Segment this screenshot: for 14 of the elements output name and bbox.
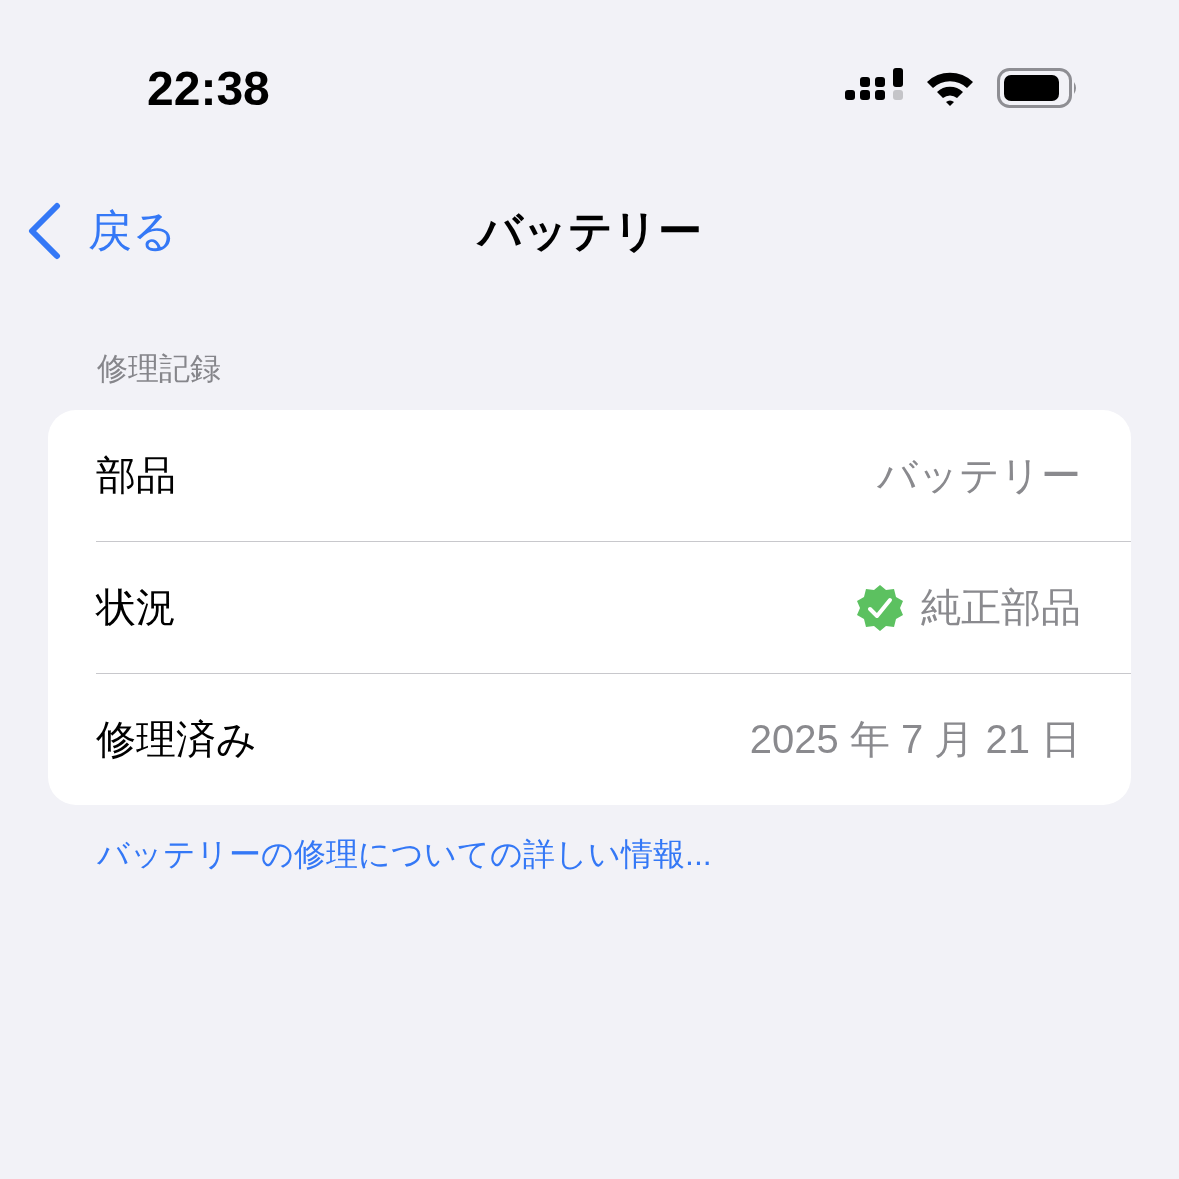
row-label: 状況 bbox=[96, 584, 176, 631]
row-label: 部品 bbox=[96, 452, 176, 499]
verified-badge-icon bbox=[855, 582, 905, 633]
more-info-link[interactable]: バッテリーの修理についての詳しい情報... bbox=[97, 833, 712, 877]
page-title: バッテリー bbox=[477, 204, 702, 257]
battery-icon bbox=[997, 68, 1079, 108]
section-header: 修理記録 bbox=[97, 350, 222, 388]
row-value: 純正部品 bbox=[921, 584, 1081, 631]
row-value: 2025 年 7 月 21 日 bbox=[749, 716, 1081, 763]
row-value: バッテリー bbox=[877, 452, 1081, 499]
back-button[interactable]: 戻る bbox=[0, 201, 177, 261]
row-label: 修理済み bbox=[96, 716, 257, 763]
status-time: 22:38 bbox=[147, 60, 270, 116]
chevron-left-icon bbox=[26, 202, 62, 260]
